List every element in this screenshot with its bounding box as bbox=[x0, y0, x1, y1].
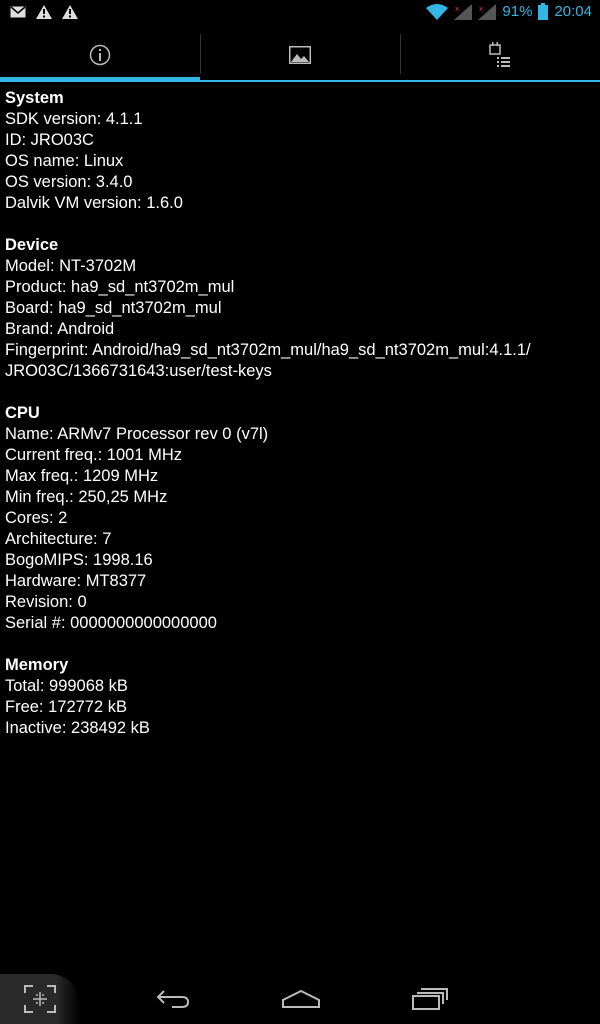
info-line: OS version: 3.4.0 bbox=[5, 173, 133, 191]
device-info-content: System SDK version: 4.1.1 ID: JRO03C OS … bbox=[5, 88, 595, 760]
info-line: Architecture: 7 bbox=[5, 530, 112, 548]
info-icon bbox=[89, 44, 111, 66]
info-line: Min freq.: 250,25 MHz bbox=[5, 488, 168, 506]
svg-text:x: x bbox=[479, 5, 483, 13]
back-icon bbox=[156, 990, 190, 1008]
home-button[interactable] bbox=[282, 982, 320, 1016]
recent-apps-icon bbox=[412, 988, 448, 1010]
back-button[interactable] bbox=[155, 982, 191, 1016]
section-title: Memory bbox=[5, 656, 69, 674]
section-cpu: CPU Name: ARMv7 Processor rev 0 (v7l) Cu… bbox=[5, 403, 595, 634]
screenshot-icon bbox=[24, 985, 56, 1013]
info-line: Hardware: MT8377 bbox=[5, 572, 147, 590]
home-icon bbox=[282, 989, 320, 1008]
task-list-icon bbox=[489, 42, 510, 67]
info-line: Name: ARMv7 Processor rev 0 (v7l) bbox=[5, 425, 269, 443]
info-line: Dalvik VM version: 1.6.0 bbox=[5, 194, 183, 212]
tab-image[interactable] bbox=[200, 30, 400, 80]
signal-icon: x bbox=[478, 3, 497, 20]
navigation-bar bbox=[0, 974, 600, 1024]
info-line: ID: JRO03C bbox=[5, 131, 94, 149]
svg-text:x: x bbox=[455, 5, 459, 13]
mail-icon bbox=[10, 6, 26, 18]
section-title: Device bbox=[5, 236, 59, 254]
battery-icon bbox=[538, 3, 549, 20]
info-line: Max freq.: 1209 MHz bbox=[5, 467, 159, 485]
info-line: SDK version: 4.1.1 bbox=[5, 110, 143, 128]
info-line: JRO03C/1366731643:user/test-keys bbox=[5, 362, 272, 380]
section-memory: Memory Total: 999068 kB Free: 172772 kB … bbox=[5, 655, 595, 739]
battery-percent: 91% bbox=[502, 3, 533, 20]
info-line: Model: NT-3702M bbox=[5, 257, 137, 275]
status-bar: x x 91% 20:04 bbox=[0, 0, 600, 25]
info-line: Revision: 0 bbox=[5, 593, 87, 611]
section-title: System bbox=[5, 89, 64, 107]
wifi-icon bbox=[426, 3, 449, 20]
info-line: Total: 999068 kB bbox=[5, 677, 128, 695]
section-device: Device Model: NT-3702M Product: ha9_sd_n… bbox=[5, 235, 595, 382]
info-line: Serial #: 0000000000000000 bbox=[5, 614, 217, 632]
warning-icon bbox=[62, 5, 78, 19]
info-line: Cores: 2 bbox=[5, 509, 68, 527]
clock: 20:04 bbox=[554, 3, 592, 20]
notification-icons bbox=[10, 5, 78, 19]
info-line: Fingerprint: Android/ha9_sd_nt3702m_mul/… bbox=[5, 341, 531, 359]
section-system: System SDK version: 4.1.1 ID: JRO03C OS … bbox=[5, 88, 595, 214]
info-line: Inactive: 238492 kB bbox=[5, 719, 150, 737]
info-line: Free: 172772 kB bbox=[5, 698, 127, 716]
info-line: Product: ha9_sd_nt3702m_mul bbox=[5, 278, 235, 296]
warning-icon bbox=[36, 5, 52, 19]
info-line: BogoMIPS: 1998.16 bbox=[5, 551, 153, 569]
info-line: Board: ha9_sd_nt3702m_mul bbox=[5, 299, 222, 317]
info-line: OS name: Linux bbox=[5, 152, 124, 170]
section-title: CPU bbox=[5, 404, 40, 422]
tab-info[interactable] bbox=[0, 30, 200, 82]
system-status: x x 91% 20:04 bbox=[426, 3, 592, 20]
info-line: Current freq.: 1001 MHz bbox=[5, 446, 182, 464]
signal-icon: x bbox=[454, 3, 473, 20]
image-icon bbox=[289, 46, 311, 64]
tab-tasks[interactable] bbox=[400, 30, 600, 80]
tab-bar bbox=[0, 30, 600, 82]
recent-apps-button[interactable] bbox=[412, 982, 448, 1016]
info-line: Brand: Android bbox=[5, 320, 115, 338]
screenshot-button[interactable] bbox=[0, 974, 80, 1024]
